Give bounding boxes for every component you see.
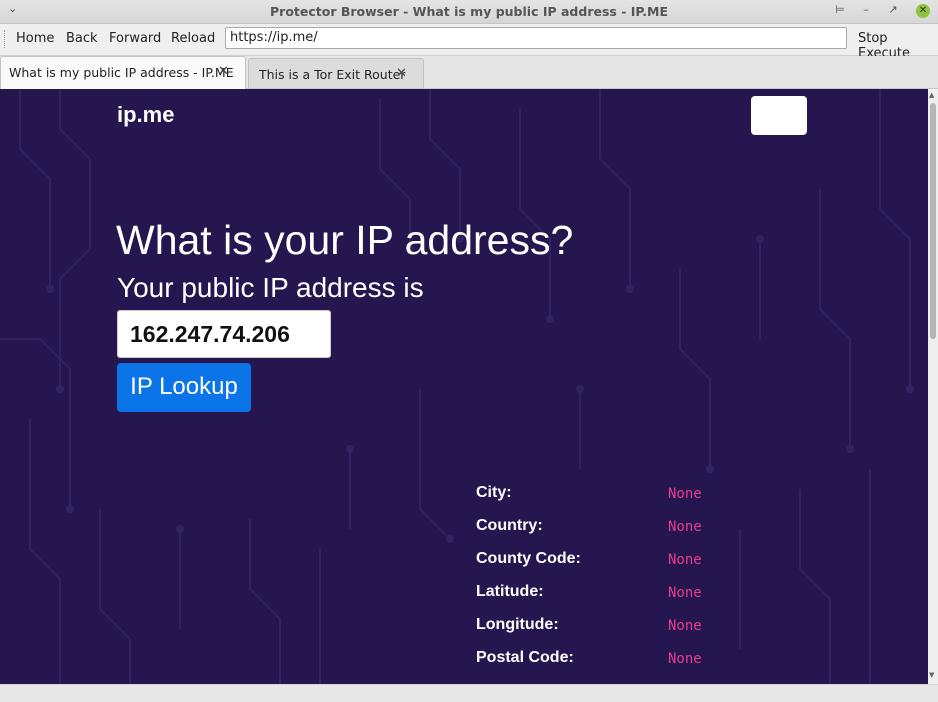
info-value: None: [668, 486, 702, 502]
web-page: ip.me What is your IP address? Your publ…: [0, 89, 928, 684]
back-button[interactable]: Back: [66, 31, 98, 46]
window-title-bar: ⌄ Protector Browser - What is my public …: [0, 0, 938, 24]
page-heading: What is your IP address?: [116, 217, 574, 263]
minimize-icon[interactable]: –: [859, 3, 873, 16]
forward-button[interactable]: Forward: [109, 31, 161, 46]
info-value: None: [668, 552, 702, 568]
scrollbar-thumb[interactable]: [930, 103, 936, 339]
vertical-scrollbar[interactable]: ▲ ▼: [928, 89, 938, 684]
ip-lookup-button[interactable]: IP Lookup: [117, 363, 251, 412]
restore-icon[interactable]: ↗: [886, 3, 900, 16]
tab-tor-exit-router[interactable]: This is a Tor Exit Router ✕: [248, 58, 424, 88]
info-row-latitude: Latitude: None: [476, 583, 776, 607]
tab-ip-me[interactable]: What is my public IP address - IP.ME ✕: [0, 56, 246, 89]
toolbar-grip[interactable]: [4, 30, 7, 48]
close-tab-icon[interactable]: ✕: [396, 66, 407, 81]
info-row-postal-code: Postal Code: None: [476, 649, 776, 673]
close-tab-icon[interactable]: ✕: [218, 64, 229, 79]
pin-icon[interactable]: ⊨: [833, 3, 847, 16]
tab-label: This is a Tor Exit Router: [259, 67, 406, 82]
info-value: None: [668, 618, 702, 634]
nav-toggle-button[interactable]: [751, 96, 807, 135]
info-label: Country:: [476, 517, 543, 534]
info-value: None: [668, 585, 702, 601]
home-button[interactable]: Home: [16, 31, 54, 46]
info-row-county-code: County Code: None: [476, 550, 776, 574]
info-value: None: [668, 519, 702, 535]
close-window-icon[interactable]: ✕: [916, 4, 930, 18]
info-row-city: City: None: [476, 484, 776, 508]
info-label: Latitude:: [476, 583, 544, 600]
info-label: City:: [476, 484, 512, 501]
reload-button[interactable]: Reload: [171, 31, 215, 46]
info-label: County Code:: [476, 550, 581, 567]
info-label: Postal Code:: [476, 649, 574, 666]
browser-toolbar: Home Back Forward Reload https://ip.me/ …: [0, 24, 938, 61]
status-strip: [0, 684, 938, 702]
window-title: Protector Browser - What is my public IP…: [270, 4, 668, 19]
scroll-down-icon[interactable]: ▼: [929, 671, 934, 679]
info-value: None: [668, 651, 702, 667]
site-brand[interactable]: ip.me: [117, 102, 174, 128]
tab-bar: What is my public IP address - IP.ME ✕ T…: [0, 56, 938, 89]
scroll-up-icon[interactable]: ▲: [929, 91, 934, 99]
page-subheading: Your public IP address is: [117, 272, 424, 303]
info-label: Longitude:: [476, 616, 559, 633]
tab-label: What is my public IP address - IP.ME: [9, 65, 234, 80]
info-row-longitude: Longitude: None: [476, 616, 776, 640]
url-field[interactable]: https://ip.me/: [225, 27, 847, 49]
info-row-country: Country: None: [476, 517, 776, 541]
ip-address-field[interactable]: 162.247.74.206: [117, 310, 331, 358]
